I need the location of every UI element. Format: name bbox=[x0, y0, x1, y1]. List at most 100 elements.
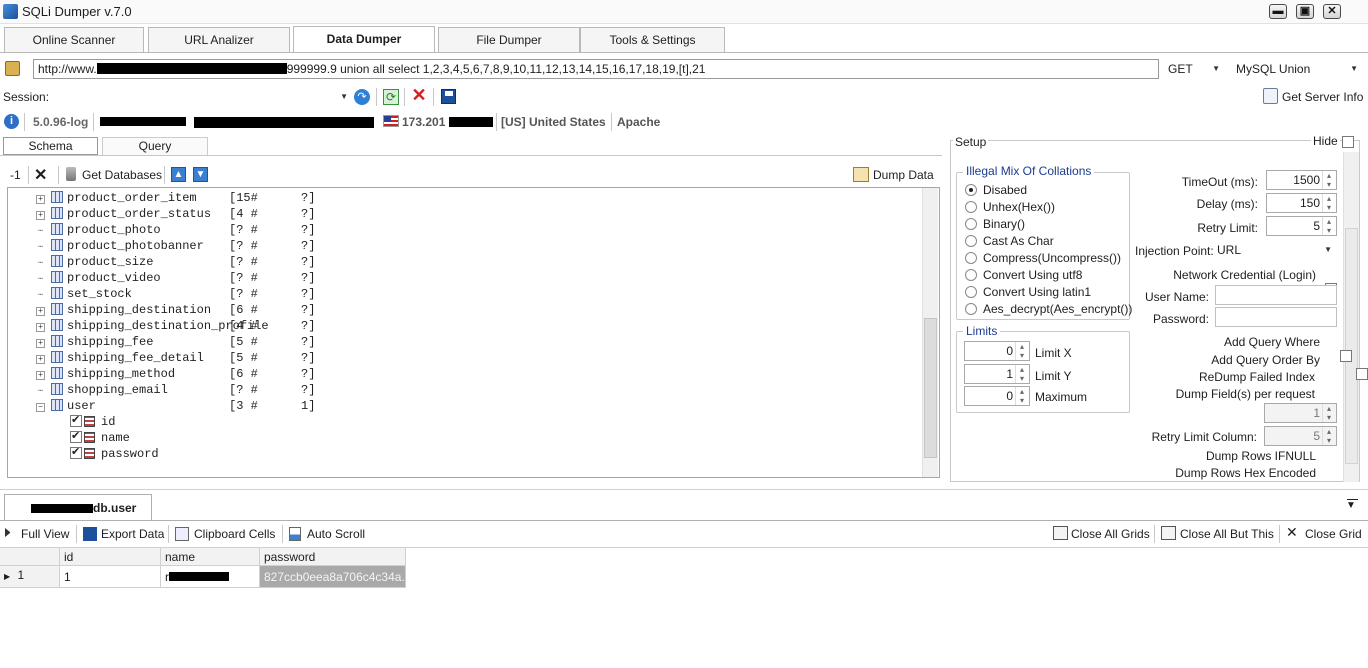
get-databases-button[interactable]: Get Databases bbox=[82, 168, 162, 182]
grid-header-password[interactable]: password bbox=[260, 548, 406, 566]
tree-table-row[interactable]: + product_order_item [15# ?] bbox=[36, 191, 315, 207]
add-order-by-checkbox[interactable] bbox=[1355, 368, 1368, 380]
table-name: set_stock bbox=[67, 287, 132, 301]
maximum-spinner[interactable]: 0 bbox=[964, 386, 1030, 406]
minimize-button[interactable]: ▬ bbox=[1269, 4, 1287, 19]
tree-column-row[interactable]: password bbox=[70, 445, 159, 463]
tab-query[interactable]: Query bbox=[102, 137, 208, 155]
url-suffix: 999999.9 union all select 1,2,3,4,5,6,7,… bbox=[286, 62, 706, 76]
dump-fields-spinner[interactable]: 1 bbox=[1264, 403, 1337, 423]
close-all-but-this-button[interactable]: Close All But This bbox=[1180, 527, 1274, 541]
tree-table-row[interactable]: + shipping_fee [5 # ?] bbox=[36, 335, 315, 351]
full-view-button[interactable]: Full View bbox=[21, 527, 69, 541]
column-checkbox[interactable] bbox=[70, 445, 82, 459]
tab-menu-icon[interactable]: ▼ bbox=[1346, 500, 1356, 511]
table-info: [3 # 1] bbox=[229, 399, 316, 413]
tab-tools-settings[interactable]: Tools & Settings bbox=[580, 27, 725, 52]
collation-radio[interactable] bbox=[965, 218, 977, 230]
username-input[interactable] bbox=[1215, 285, 1337, 305]
clear-icon[interactable]: ✕ bbox=[34, 165, 47, 185]
setup-scrollbar[interactable] bbox=[1343, 152, 1359, 482]
retry-column-spinner[interactable]: 5 bbox=[1264, 426, 1337, 446]
auto-scroll-button[interactable]: Auto Scroll bbox=[307, 527, 365, 541]
grid-cell-password[interactable]: 827ccb0eea8a706c4c34a... bbox=[260, 566, 406, 588]
maximize-button[interactable]: ▣ bbox=[1296, 4, 1314, 19]
result-tab[interactable]: db.user bbox=[4, 494, 152, 520]
column-checkbox[interactable] bbox=[70, 429, 82, 443]
grid-row-header[interactable]: ▶ 1 bbox=[0, 566, 60, 588]
expand-icon[interactable]: − bbox=[36, 403, 45, 412]
close-window-button[interactable]: ✕ bbox=[1323, 4, 1341, 19]
tree-table-row[interactable]: + product_order_status [4 # ?] bbox=[36, 207, 315, 223]
method-select[interactable]: GET ▼ bbox=[1166, 59, 1224, 79]
close-grid-button[interactable]: Close Grid bbox=[1305, 527, 1362, 541]
close-all-grids-button[interactable]: Close All Grids bbox=[1071, 527, 1150, 541]
collation-radio[interactable] bbox=[965, 286, 977, 298]
expand-icon[interactable]: + bbox=[36, 323, 45, 332]
tree-table-row[interactable]: + shipping_fee_detail [5 # ?] bbox=[36, 351, 315, 367]
tree-table-row[interactable]: ┄ shopping_email [? # ?] bbox=[36, 383, 315, 399]
tab-schema[interactable]: Schema bbox=[3, 137, 98, 155]
expand-icon[interactable]: + bbox=[36, 355, 45, 364]
expand-icon[interactable]: + bbox=[36, 339, 45, 348]
tree-table-row[interactable]: + shipping_method [6 # ?] bbox=[36, 367, 315, 383]
tree-table-row[interactable]: ┄ product_video [? # ?] bbox=[36, 271, 315, 287]
expand-icon[interactable]: + bbox=[36, 211, 45, 220]
grid-cell-name[interactable]: r bbox=[161, 566, 260, 588]
limit-x-spinner[interactable]: 0 bbox=[964, 341, 1030, 361]
clipboard-cells-button[interactable]: Clipboard Cells bbox=[194, 527, 275, 541]
get-server-info-button[interactable]: Get Server Info bbox=[1282, 90, 1363, 104]
injection-point-select[interactable]: URL ▼ bbox=[1214, 240, 1338, 260]
server-info-icon bbox=[1263, 88, 1278, 104]
collation-radio[interactable] bbox=[965, 235, 977, 247]
password-input[interactable] bbox=[1215, 307, 1337, 327]
tab-url-analizer[interactable]: URL Analizer bbox=[148, 27, 290, 52]
tree-table-row[interactable]: + shipping_destination [6 # ?] bbox=[36, 303, 315, 319]
delete-icon[interactable]: ✕ bbox=[411, 86, 427, 104]
hide-checkbox[interactable] bbox=[1342, 136, 1354, 148]
grid-header-name[interactable]: name bbox=[161, 548, 260, 566]
timeout-spinner[interactable]: 1500 bbox=[1266, 170, 1337, 190]
tab-file-dumper[interactable]: File Dumper bbox=[438, 27, 580, 52]
tree-scrollbar[interactable] bbox=[922, 188, 938, 477]
close-all-grids-icon bbox=[1053, 526, 1068, 540]
save-icon[interactable] bbox=[441, 89, 456, 104]
tab-online-scanner[interactable]: Online Scanner bbox=[4, 27, 144, 52]
injection-point-label: Injection Point: bbox=[1135, 244, 1214, 258]
mode-select[interactable]: MySQL Union ▼ bbox=[1234, 59, 1362, 79]
dump-data-button[interactable]: Dump Data bbox=[873, 168, 934, 182]
url-input[interactable]: http://www. 999999.9 union all select 1,2… bbox=[33, 59, 1159, 79]
tree-scroll-thumb[interactable] bbox=[924, 318, 937, 458]
expand-icon[interactable]: + bbox=[36, 195, 45, 204]
tree-table-row[interactable]: + shipping_destination_profile[4 # ?] bbox=[36, 319, 315, 335]
collation-radio[interactable] bbox=[965, 269, 977, 281]
session-select[interactable]: ▼ bbox=[50, 88, 350, 106]
expand-icon[interactable]: + bbox=[36, 307, 45, 316]
clipboard-icon[interactable] bbox=[5, 61, 20, 76]
retry-limit-spinner[interactable]: 5 bbox=[1266, 216, 1337, 236]
collation-radio[interactable] bbox=[965, 201, 977, 213]
delay-spinner[interactable]: 150 bbox=[1266, 193, 1337, 213]
table-name: shipping_destination bbox=[67, 303, 212, 317]
tree-table-row[interactable]: ┄ set_stock [? # ?] bbox=[36, 287, 315, 303]
tree-table-row[interactable]: ┄ product_size [? # ?] bbox=[36, 255, 315, 271]
collation-radio[interactable] bbox=[965, 303, 977, 315]
tab-data-dumper[interactable]: Data Dumper bbox=[293, 26, 435, 53]
splitter[interactable] bbox=[0, 489, 1368, 490]
grid-cell-id[interactable]: 1 bbox=[60, 566, 161, 588]
tree-table-row[interactable]: ┄ product_photobanner [? # ?] bbox=[36, 239, 315, 255]
limit-y-spinner[interactable]: 1 bbox=[964, 364, 1030, 384]
tree-table-row[interactable]: ┄ product_photo [? # ?] bbox=[36, 223, 315, 239]
grid-header-id[interactable]: id bbox=[60, 548, 161, 566]
move-up-icon[interactable]: ▲ bbox=[171, 167, 186, 182]
export-data-button[interactable]: Export Data bbox=[101, 527, 164, 541]
refresh-icon[interactable]: ⟳ bbox=[383, 89, 399, 105]
expand-icon[interactable]: + bbox=[36, 371, 45, 380]
data-grid[interactable]: id name password ▶ 1 1 r 827ccb0eea8a706… bbox=[0, 547, 1368, 668]
collation-radio[interactable] bbox=[965, 184, 977, 196]
move-down-icon[interactable]: ▼ bbox=[193, 167, 208, 182]
go-arrow-icon[interactable]: ↷ bbox=[354, 89, 370, 105]
column-checkbox[interactable] bbox=[70, 413, 82, 427]
collation-radio[interactable] bbox=[965, 252, 977, 264]
add-query-where-checkbox[interactable] bbox=[1340, 350, 1353, 362]
